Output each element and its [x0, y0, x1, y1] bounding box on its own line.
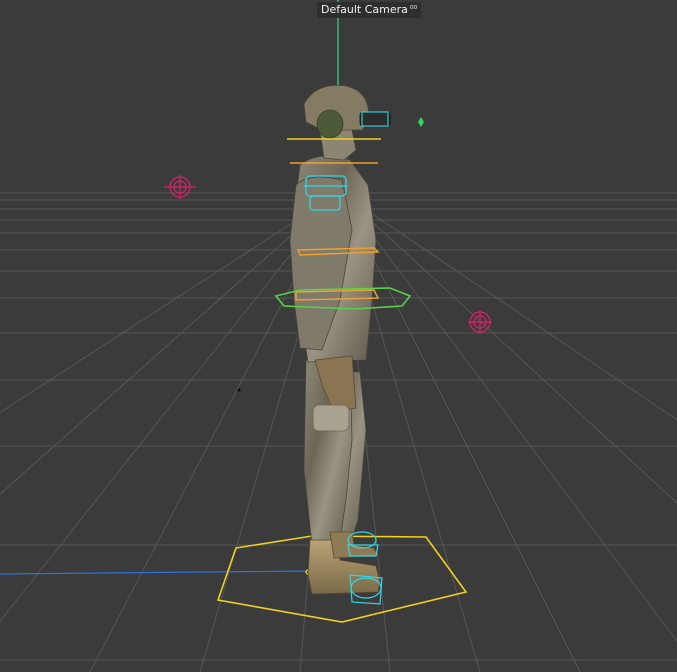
camera-name: Default Camera — [321, 3, 408, 16]
viewport-scene[interactable] — [0, 0, 677, 672]
camera-orbit-icon[interactable]: ⁰⁰ — [410, 2, 417, 18]
character-model[interactable] — [289, 85, 391, 595]
camera-label[interactable]: Default Camera ⁰⁰ — [317, 2, 422, 18]
point-marker — [237, 388, 241, 392]
x-axis-line — [0, 570, 311, 575]
small-locator[interactable] — [418, 117, 424, 127]
target-locator-left[interactable] — [164, 175, 196, 199]
3d-viewport[interactable]: Default Camera ⁰⁰ — [0, 0, 677, 672]
